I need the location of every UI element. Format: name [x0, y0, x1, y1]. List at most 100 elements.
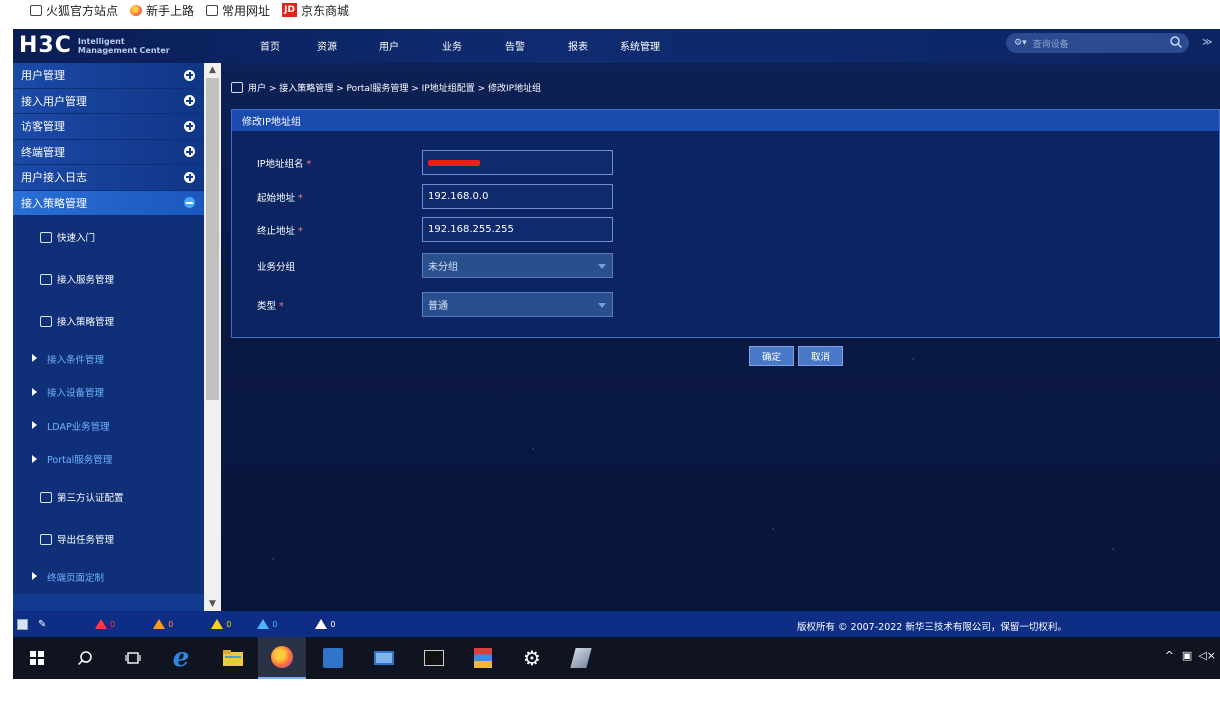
- alarm-warning[interactable]: 0: [257, 619, 277, 629]
- volume-icon[interactable]: ◁×: [1198, 649, 1216, 662]
- search-filter-icon[interactable]: ⚙▾: [1014, 38, 1027, 48]
- device-search[interactable]: ⚙▾ 查询设备: [1006, 33, 1189, 53]
- bookmark-item[interactable]: JD 京东商城: [282, 2, 349, 19]
- sidebar-group-guest[interactable]: 访客管理: [13, 114, 204, 140]
- nav-report[interactable]: 报表: [568, 38, 588, 53]
- scroll-down-icon[interactable]: ▼: [204, 597, 221, 611]
- chevron-up-icon[interactable]: ^: [1165, 649, 1174, 662]
- nav-system[interactable]: 系统管理: [620, 38, 660, 53]
- alarm-triangle-icon: [211, 619, 224, 629]
- panel-title: 修改IP地址组: [232, 110, 1219, 131]
- alarm-info[interactable]: 0: [315, 619, 335, 629]
- ip-group-name-input[interactable]: [422, 150, 613, 175]
- type-select[interactable]: 普通: [422, 292, 613, 317]
- breadcrumb: 用户 > 接入策略管理 > Portal服务管理 > IP地址组配置 > 修改I…: [231, 81, 541, 94]
- alarm-critical[interactable]: 0: [95, 619, 115, 629]
- archive-icon: [474, 648, 492, 668]
- edit-ip-group-panel: 修改IP地址组 IP地址组名 * 起始地址 * 192.168.0.0 终止地址 * …: [231, 109, 1220, 338]
- sidebar-item-portal-service[interactable]: Portal服务管理: [13, 443, 204, 477]
- ie-icon: e: [172, 643, 190, 673]
- ie-button[interactable]: e: [157, 637, 205, 679]
- sidebar-group-user-mgmt[interactable]: 用户管理: [13, 63, 204, 89]
- sidebar: 用户管理 接入用户管理 访客管理 终端管理 用户接入日志 接入策略管理 快速入门…: [13, 63, 204, 611]
- start-address-input[interactable]: 192.168.0.0: [422, 184, 613, 209]
- search-input[interactable]: 查询设备: [1033, 37, 1069, 50]
- collapse-icon: [184, 197, 195, 209]
- top-bar: H3C Intelligent Management Center 首页 资源 用…: [13, 29, 1220, 63]
- user-icon: [231, 82, 243, 93]
- task-view-button[interactable]: [109, 637, 157, 679]
- app-button[interactable]: [309, 637, 357, 679]
- sidebar-group-access-user[interactable]: 接入用户管理: [13, 88, 204, 114]
- service-group-select[interactable]: 未分组: [422, 253, 613, 278]
- windows-icon: [30, 651, 44, 665]
- tool-icon[interactable]: ✎: [38, 619, 49, 630]
- sidebar-item-third-party-auth[interactable]: 第三方认证配置: [13, 476, 204, 518]
- sidebar-item-ldap[interactable]: LDAP业务管理: [13, 409, 204, 443]
- quick-start-icon: [40, 231, 52, 243]
- scroll-thumb[interactable]: [206, 78, 219, 400]
- expand-arrow-icon: [32, 572, 37, 580]
- alarm-triangle-icon: [315, 619, 328, 629]
- scroll-up-icon[interactable]: ▲: [204, 63, 221, 77]
- field-group-name: IP地址组名 *: [257, 150, 613, 175]
- form-buttons: 确定 取消: [749, 346, 847, 366]
- sidebar-group-access-log[interactable]: 用户接入日志: [13, 165, 204, 191]
- nav-service[interactable]: 业务: [442, 38, 462, 53]
- search-icon: [77, 651, 92, 666]
- export-icon: [40, 533, 52, 545]
- firefox-taskbar-button[interactable]: [258, 637, 306, 679]
- status-bar: ✎ 0 0 0 0 0 版权所有 © 2007-2022 新华三技术有限公司，保…: [13, 611, 1220, 637]
- bookmark-item[interactable]: 常用网址: [206, 2, 270, 19]
- network-icon: [374, 651, 394, 665]
- app-icon: [323, 648, 343, 668]
- windows-taskbar: e ⚙ ^ ▣ ◁×: [13, 637, 1220, 679]
- sidebar-submenu: 快速入门 接入服务管理 接入策略管理 接入条件管理 接入设备管理 LDAP业务管…: [13, 216, 204, 594]
- nav-user[interactable]: 用户: [379, 38, 399, 53]
- chevron-down-icon[interactable]: ≫: [1202, 37, 1212, 48]
- settings-button[interactable]: ⚙: [508, 637, 556, 679]
- nav-resource[interactable]: 资源: [317, 38, 337, 53]
- third-party-icon: [40, 491, 52, 503]
- search-icon[interactable]: [1169, 35, 1183, 49]
- alarm-major[interactable]: 0: [153, 619, 173, 629]
- h3c-logo[interactable]: H3C Intelligent Management Center: [19, 33, 170, 58]
- expand-arrow-icon: [32, 354, 37, 362]
- terminal-icon: [424, 650, 444, 666]
- sidebar-item-access-service[interactable]: 接入服务管理: [13, 258, 204, 300]
- cancel-button[interactable]: 取消: [798, 346, 843, 366]
- firefox-icon: [271, 646, 293, 668]
- start-button[interactable]: [13, 637, 61, 679]
- expand-arrow-icon: [32, 387, 37, 396]
- network-button[interactable]: [360, 637, 408, 679]
- chevron-down-icon: [598, 303, 606, 308]
- ok-button[interactable]: 确定: [749, 346, 794, 366]
- sidebar-item-quick-start[interactable]: 快速入门: [13, 216, 204, 258]
- search-taskbar-button[interactable]: [61, 637, 109, 679]
- nav-home[interactable]: 首页: [260, 38, 280, 53]
- firefox-icon: [130, 4, 143, 16]
- archive-button[interactable]: [459, 637, 507, 679]
- expand-icon: [184, 69, 195, 81]
- tool-button[interactable]: [557, 637, 605, 679]
- sidebar-group-terminal[interactable]: 终端管理: [13, 139, 204, 165]
- cmd-button[interactable]: [410, 637, 458, 679]
- sidebar-item-access-policy[interactable]: 接入策略管理: [13, 300, 204, 342]
- sidebar-item-export-task[interactable]: 导出任务管理: [13, 518, 204, 560]
- sidebar-item-access-device[interactable]: 接入设备管理: [13, 376, 204, 410]
- sidebar-item-access-condition[interactable]: 接入条件管理: [13, 342, 204, 376]
- end-address-input[interactable]: 192.168.255.255: [422, 217, 613, 242]
- alarm-triangle-icon: [257, 619, 270, 629]
- chevron-down-icon: [598, 264, 606, 269]
- sidebar-scrollbar[interactable]: ▲ ▼: [204, 63, 221, 611]
- sidebar-group-access-policy[interactable]: 接入策略管理: [13, 190, 204, 216]
- file-explorer-button[interactable]: [209, 637, 257, 679]
- nav-alarm[interactable]: 告警: [505, 38, 525, 53]
- sidebar-item-page-custom[interactable]: 终端页面定制: [13, 560, 204, 594]
- folder-icon: [30, 4, 42, 16]
- bookmark-item[interactable]: 新手上路: [130, 2, 194, 19]
- monitor-icon[interactable]: [17, 618, 28, 630]
- alarm-minor[interactable]: 0: [211, 619, 231, 629]
- network-tray-icon[interactable]: ▣: [1182, 649, 1192, 662]
- bookmark-item[interactable]: 火狐官方站点: [30, 2, 118, 19]
